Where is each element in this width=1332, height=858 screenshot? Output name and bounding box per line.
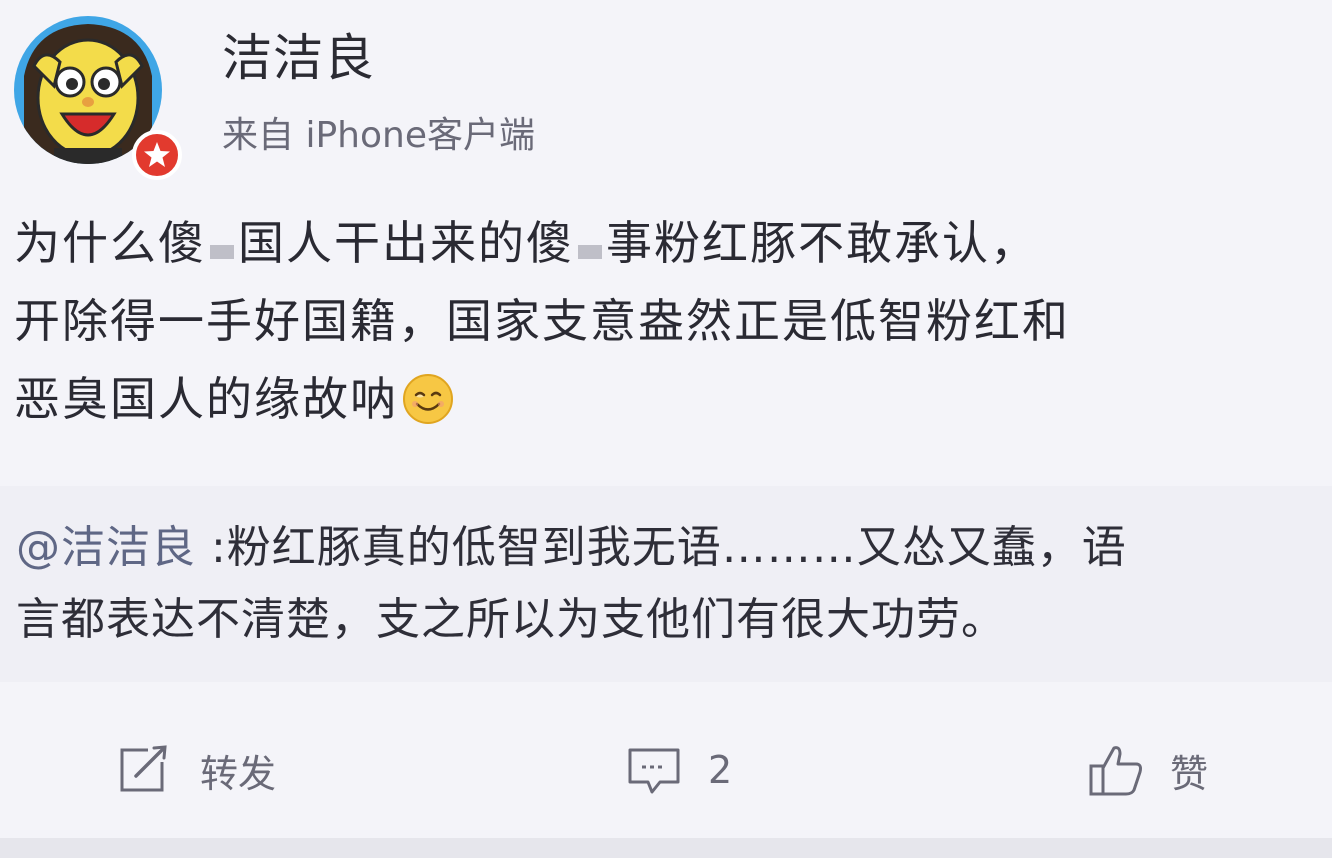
- comment-bubble-icon: [628, 748, 680, 794]
- avatar-container[interactable]: [14, 16, 182, 180]
- bottom-divider: [0, 838, 1332, 858]
- redaction-mark: [210, 245, 234, 259]
- share-edit-icon: [120, 744, 172, 792]
- username[interactable]: 洁洁良: [222, 26, 375, 90]
- post-text-segment: 为什么傻: [14, 216, 206, 270]
- redaction-mark: [578, 245, 602, 259]
- repost-button[interactable]: 转发: [118, 720, 276, 820]
- reposted-comment-text: @洁洁良 :粉红豚真的低智到我无语………又怂又蠢，语 言都表达不清楚，支之所以为…: [16, 512, 1316, 656]
- repost-line: @洁洁良 :粉红豚真的低智到我无语………又怂又蠢，语: [16, 512, 1316, 584]
- star-icon: [144, 142, 170, 167]
- repost-line-text: :粉红豚真的低智到我无语………又怂又蠢，语: [196, 522, 1127, 573]
- like-label: 赞: [1170, 751, 1209, 796]
- post-text-segment: 恶臭国人的缘故呐: [14, 372, 398, 426]
- smile-emoji-icon: [403, 373, 453, 424]
- action-bar: 转发 2 赞: [0, 720, 1332, 820]
- like-button[interactable]: 赞: [1088, 720, 1208, 820]
- thumbs-up-icon: [1089, 746, 1142, 796]
- comment-button[interactable]: 2: [626, 720, 732, 820]
- mention-link[interactable]: @洁洁良: [16, 522, 196, 573]
- weibo-post-card: 洁洁良 来自 iPhone客户端 为什么傻 国人干出来的傻 事粉红豚不敢承认， 开除…: [0, 0, 1332, 838]
- post-text-line: 恶臭国人的缘故呐: [14, 360, 1320, 438]
- repost-label: 转发: [200, 751, 277, 796]
- comment-count: 2: [708, 748, 733, 792]
- post-text-line: 开除得一手好国籍，国家支意盎然正是低智粉红和: [14, 294, 1070, 348]
- reposted-comment[interactable]: @洁洁良 :粉红豚真的低智到我无语………又怂又蠢，语 言都表达不清楚，支之所以为…: [0, 486, 1332, 682]
- post-text-segment: 事粉红豚不敢承认，: [606, 216, 1038, 270]
- post-text: 为什么傻 国人干出来的傻 事粉红豚不敢承认， 开除得一手好国籍，国家支意盎然正是低智…: [14, 204, 1320, 438]
- post-source: 来自 iPhone客户端: [222, 115, 535, 156]
- verified-badge-icon: [132, 130, 182, 180]
- post-text-line: 为什么傻 国人干出来的傻 事粉红豚不敢承认，: [14, 204, 1320, 282]
- post-text-segment: 国人干出来的傻: [238, 216, 574, 270]
- repost-line: 言都表达不清楚，支之所以为支他们有很大功劳。: [16, 594, 1006, 645]
